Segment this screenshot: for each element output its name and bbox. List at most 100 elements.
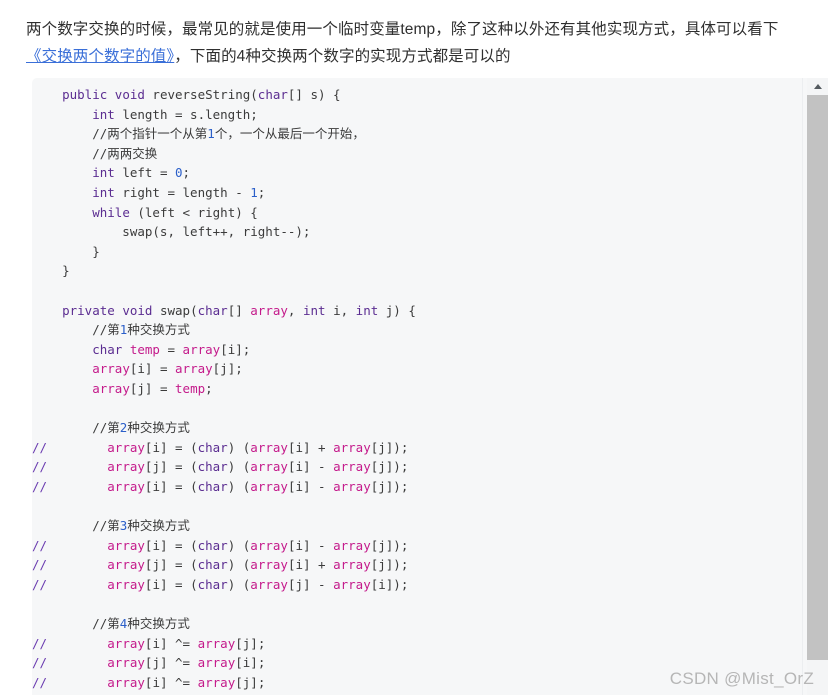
code-token: void xyxy=(114,87,145,102)
scrollbar-thumb[interactable] xyxy=(807,95,828,660)
code-token: // xyxy=(32,674,48,690)
scrollbar-track[interactable] xyxy=(807,95,828,695)
code-token: 种交换方式 xyxy=(127,616,190,632)
code-line: } xyxy=(32,261,802,281)
code-line: public void reverseString(char[] s) { xyxy=(32,85,802,105)
code-line: //第1种交换方式 xyxy=(32,320,802,340)
code-token: int xyxy=(92,184,115,200)
code-line: //第2种交换方式 xyxy=(32,418,802,438)
code-token: 个，一个从最后一个开始， xyxy=(214,126,365,142)
code-block-scrollbar[interactable] xyxy=(802,78,828,695)
code-token: ; xyxy=(205,380,213,396)
code-token: [j]; xyxy=(235,674,266,690)
code-token: ; xyxy=(182,165,191,181)
code-token: 1 xyxy=(207,126,215,142)
code-token: ) ( xyxy=(227,537,251,553)
code-token: // xyxy=(32,439,48,455)
code-token: array xyxy=(250,557,288,573)
code-token: array xyxy=(250,537,288,553)
code-line: // array[i] ^= array[j]; xyxy=(32,634,802,654)
code-token: int xyxy=(92,165,115,181)
code-token: // xyxy=(32,635,48,651)
code-token: 种交换方式 xyxy=(127,420,190,436)
code-token: temp xyxy=(175,380,206,396)
code-token: temp xyxy=(129,341,160,357)
code-token: array xyxy=(175,361,213,377)
code-token: ) ( xyxy=(227,576,251,592)
code-token: char xyxy=(197,478,228,494)
code-token: char xyxy=(197,557,228,573)
code-token: int xyxy=(92,106,115,122)
code-token: [j] - xyxy=(287,576,334,592)
code-token: (left < right) { xyxy=(129,204,258,220)
code-token: [i] ^= xyxy=(144,635,198,651)
code-token: [j] = ( xyxy=(144,459,198,475)
code-token: [i] = ( xyxy=(144,576,198,592)
swap-two-numbers-article-link[interactable]: 《交换两个数字的值》 xyxy=(26,48,174,65)
code-token: array xyxy=(333,439,371,455)
code-line: // array[i] = (char) (array[j] - array[i… xyxy=(32,575,802,595)
code-token: j) { xyxy=(378,302,416,318)
code-token: char xyxy=(197,439,228,455)
code-token: left = xyxy=(114,165,176,181)
code-token: swap(s, left++, right--); xyxy=(32,224,311,240)
code-token: array xyxy=(250,459,288,475)
code-token: array xyxy=(197,635,236,651)
code-token: [i] = ( xyxy=(144,478,198,494)
article-intro-paragraph: 两个数字交换的时候，最常见的就是使用一个临时变量temp，除了这种以外还有其他实… xyxy=(0,0,828,70)
code-token: 1 xyxy=(250,184,258,200)
code-token: i, xyxy=(325,302,356,318)
code-token: [i] + xyxy=(287,557,334,573)
code-token: //第 xyxy=(92,616,120,632)
code-line: // array[j] = (char) (array[i] + array[j… xyxy=(32,555,802,575)
code-line: // array[i] = (char) (array[i] - array[j… xyxy=(32,536,802,556)
code-token: char xyxy=(197,576,228,592)
code-token: right = length - xyxy=(114,184,251,200)
code-token: ) ( xyxy=(227,439,251,455)
code-line: // array[j] ^= array[i]; xyxy=(32,653,802,673)
code-block: public void reverseString(char[] s) { in… xyxy=(32,78,828,695)
code-token: array xyxy=(107,674,145,690)
code-content: public void reverseString(char[] s) { in… xyxy=(32,78,802,695)
code-token: [j]); xyxy=(370,557,409,573)
code-token: [j]; xyxy=(235,635,266,651)
code-token: array xyxy=(250,439,288,455)
code-scroll-region[interactable]: public void reverseString(char[] s) { in… xyxy=(32,78,802,695)
intro-line-1: 两个数字交换的时候，最常见的就是使用一个临时变量temp，除了这种以外还有其他实… xyxy=(26,21,779,38)
code-token: //两两交换 xyxy=(92,145,158,161)
code-token: } xyxy=(32,243,100,259)
scroll-up-button[interactable] xyxy=(807,78,828,95)
code-token: array xyxy=(107,439,145,455)
code-token: array xyxy=(250,302,288,318)
code-token: // xyxy=(32,557,48,573)
code-token: int xyxy=(355,302,379,318)
code-token: array xyxy=(92,380,130,396)
code-token: [i] = xyxy=(129,361,176,377)
code-token: char xyxy=(92,341,123,357)
code-token: array xyxy=(250,478,288,494)
code-token: //第 xyxy=(92,518,120,534)
code-line: char temp = array[i]; xyxy=(32,340,802,360)
code-token: ) ( xyxy=(227,557,251,573)
code-token: [i]; xyxy=(220,341,251,357)
code-token: swap( xyxy=(152,302,198,318)
code-token: array xyxy=(197,655,236,671)
code-token: char xyxy=(197,459,228,475)
code-line: } xyxy=(32,242,802,262)
code-token: // xyxy=(32,576,48,592)
